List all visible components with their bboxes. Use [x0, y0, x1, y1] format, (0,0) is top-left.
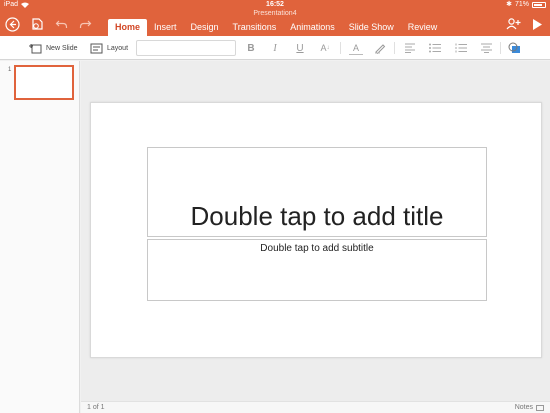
bluetooth-icon: ✱	[506, 1, 512, 8]
play-icon	[533, 18, 542, 30]
slide[interactable]: Double tap to add title Double tap to ad…	[90, 102, 542, 358]
tab-design[interactable]: Design	[184, 19, 226, 36]
home-toolbar: New Slide Layout B I U A ↓ A	[0, 36, 550, 60]
underline-icon[interactable]: U	[293, 41, 307, 55]
bold-icon[interactable]: B	[244, 41, 258, 55]
slide-thumbnail-pane: 1	[0, 61, 80, 413]
ribbon-tabs: Home Insert Design Transitions Animation…	[108, 19, 444, 36]
share-button[interactable]	[505, 16, 521, 32]
undo-button[interactable]	[53, 16, 69, 32]
subtitle-placeholder-text: Double tap to add subtitle	[260, 243, 374, 254]
font-name-field[interactable]	[136, 40, 236, 56]
tab-home[interactable]: Home	[108, 19, 148, 36]
thumbnail-number: 1	[8, 67, 12, 73]
new-slide-label: New Slide	[46, 44, 78, 52]
play-slideshow-button[interactable]	[529, 16, 545, 32]
tab-animations[interactable]: Animations	[283, 19, 342, 36]
ribbon-tab-bar: Presentation4 Home Insert Design Transit…	[0, 10, 550, 36]
font-size-icon[interactable]: A ↓	[318, 41, 332, 55]
status-footer: 1 of 1 Notes	[81, 401, 550, 413]
tab-insert[interactable]: Insert	[147, 19, 184, 36]
add-person-icon	[506, 18, 520, 30]
slide-count: 1 of 1	[87, 404, 105, 411]
notes-button[interactable]: Notes	[515, 404, 544, 411]
slide-thumbnail[interactable]	[14, 65, 74, 100]
align-center-icon[interactable]	[479, 41, 493, 55]
font-color-icon[interactable]: A	[349, 41, 363, 55]
layout-label: Layout	[107, 44, 129, 52]
layout-button[interactable]: Layout	[90, 41, 128, 55]
new-slide-button[interactable]: New Slide	[29, 41, 78, 55]
numbering-icon[interactable]	[454, 41, 468, 55]
notes-icon	[536, 404, 544, 411]
layout-icon	[90, 43, 103, 53]
battery-percent: 71%	[514, 1, 529, 8]
redo-button[interactable]	[77, 16, 93, 32]
file-icon	[32, 18, 43, 30]
back-arrow-icon	[4, 16, 20, 32]
tab-slide-show[interactable]: Slide Show	[342, 19, 401, 36]
title-placeholder-text: Double tap to add title	[190, 201, 444, 231]
status-bar: iPad 16:52 ✱ 71%	[0, 0, 550, 10]
subtitle-placeholder[interactable]: Double tap to add subtitle	[147, 239, 487, 301]
shapes-icon[interactable]	[507, 41, 521, 55]
italic-icon[interactable]: I	[268, 41, 282, 55]
clock: 16:52	[266, 1, 284, 8]
slide-canvas: Double tap to add title Double tap to ad…	[81, 61, 550, 401]
redo-icon	[79, 20, 91, 28]
tab-review[interactable]: Review	[401, 19, 445, 36]
tab-transitions[interactable]: Transitions	[226, 19, 284, 36]
align-left-icon[interactable]	[403, 41, 417, 55]
highlight-icon[interactable]	[373, 41, 387, 55]
back-button[interactable]	[4, 16, 20, 32]
file-button[interactable]	[29, 16, 45, 32]
new-slide-icon	[29, 43, 42, 53]
battery-icon	[532, 2, 546, 8]
notes-label: Notes	[514, 404, 533, 411]
undo-icon	[55, 20, 67, 28]
title-placeholder[interactable]: Double tap to add title	[147, 147, 487, 237]
bullets-icon[interactable]	[428, 41, 442, 55]
